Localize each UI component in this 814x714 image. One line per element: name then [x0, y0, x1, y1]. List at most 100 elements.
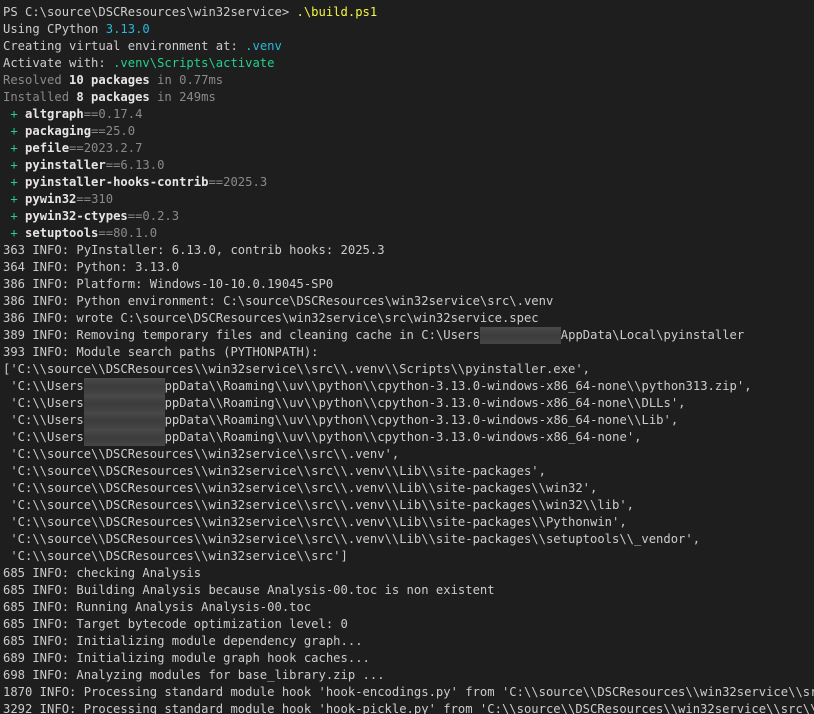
- line-segment: 3.13.0: [105, 22, 150, 36]
- line-segment: ==6.13.0: [105, 158, 165, 172]
- line-segment: pyinstaller-hooks-contrib: [25, 175, 209, 189]
- line-segment: in 249ms: [149, 90, 216, 104]
- line-segment: 3292 INFO: Processing standard module ho…: [3, 702, 814, 714]
- line-segment: 386 INFO: Python environment: C:\source\…: [3, 294, 554, 308]
- line-segment: pywin32-ctypes: [25, 209, 128, 223]
- line-segment: +: [3, 141, 26, 155]
- line-segment: .venv: [245, 39, 282, 53]
- line-segment: 'C:\\Users: [3, 379, 84, 393]
- line-segment: 'C:\\Users: [3, 430, 84, 444]
- line-segment: 698 INFO: Analyzing modules for base_lib…: [3, 668, 385, 682]
- line-segment: 386 INFO: Platform: Windows-10-10.0.1904…: [3, 277, 334, 291]
- line-segment: ppData\\Roaming\\uv\\python\\cpython-3.1…: [164, 379, 752, 393]
- line-segment: Resolved: [3, 73, 70, 87]
- line-segment: 'C:\\source\\DSCResources\\win32service\…: [3, 464, 546, 478]
- terminal-line: 685 INFO: checking Analysis: [3, 565, 814, 582]
- line-segment: ==2025.3: [208, 175, 268, 189]
- line-segment: +: [3, 158, 26, 172]
- terminal-line: 685 INFO: Building Analysis because Anal…: [3, 582, 814, 599]
- terminal-line: 386 INFO: Platform: Windows-10-10.0.1904…: [3, 276, 814, 293]
- terminal-line: + pyinstaller-hooks-contrib==2025.3: [3, 174, 814, 191]
- line-segment: ==25.0: [91, 124, 136, 138]
- terminal-line: 363 INFO: PyInstaller: 6.13.0, contrib h…: [3, 242, 814, 259]
- line-segment: 'C:\\Users: [3, 413, 84, 427]
- redacted-block: [83, 429, 165, 446]
- line-segment: 'C:\\source\\DSCResources\\win32service\…: [3, 549, 348, 563]
- line-segment: ==80.1.0: [98, 226, 158, 240]
- line-segment: Using CPython: [3, 22, 106, 36]
- terminal-line: 386 INFO: Python environment: C:\source\…: [3, 293, 814, 310]
- line-segment: +: [3, 192, 26, 206]
- terminal-line: PS C:\source\DSCResources\win32service> …: [3, 4, 814, 21]
- line-segment: packaging: [25, 124, 92, 138]
- line-segment: ppData\\Roaming\\uv\\python\\cpython-3.1…: [164, 396, 686, 410]
- terminal-line: 386 INFO: wrote C:\source\DSCResources\w…: [3, 310, 814, 327]
- line-segment: ppData\\Roaming\\uv\\python\\cpython-3.1…: [164, 430, 642, 444]
- terminal-line: 'C:\\Users ppData\\Roaming\\uv\\python\\c…: [3, 412, 814, 429]
- line-segment: 'C:\\Users: [3, 396, 84, 410]
- terminal-line: 'C:\\Users ppData\\Roaming\\uv\\python\\c…: [3, 429, 814, 446]
- terminal-line: 'C:\\source\\DSCResources\\win32service\…: [3, 480, 814, 497]
- terminal-line: 'C:\\Users ppData\\Roaming\\uv\\python\\c…: [3, 395, 814, 412]
- terminal-output[interactable]: PS C:\source\DSCResources\win32service> …: [0, 0, 814, 714]
- line-segment: pefile: [25, 141, 70, 155]
- terminal-line: 685 INFO: Running Analysis Analysis-00.t…: [3, 599, 814, 616]
- terminal-line: 'C:\\Users ppData\\Roaming\\uv\\python\\c…: [3, 378, 814, 395]
- line-segment: +: [3, 175, 26, 189]
- line-segment: 'C:\\source\\DSCResources\\win32service\…: [3, 481, 598, 495]
- line-segment: ppData\\Roaming\\uv\\python\\cpython-3.1…: [164, 413, 679, 427]
- line-segment: 'C:\\source\\DSCResources\\win32service\…: [3, 515, 627, 529]
- line-segment: in 0.77ms: [149, 73, 224, 87]
- line-segment: 10 packages: [69, 73, 150, 87]
- line-segment: ==0.2.3: [127, 209, 180, 223]
- line-segment: 685 INFO: Initializing module dependency…: [3, 634, 363, 648]
- line-segment: 685 INFO: Running Analysis Analysis-00.t…: [3, 600, 312, 614]
- line-segment: setuptools: [25, 226, 99, 240]
- terminal-line: 389 INFO: Removing temporary files and c…: [3, 327, 814, 344]
- terminal-line: 698 INFO: Analyzing modules for base_lib…: [3, 667, 814, 684]
- line-segment: 364 INFO: Python: 3.13.0: [3, 260, 180, 274]
- redacted-block: [83, 378, 165, 395]
- line-segment: 685 INFO: checking Analysis: [3, 566, 202, 580]
- line-segment: 685 INFO: Building Analysis because Anal…: [3, 583, 495, 597]
- terminal-line: 'C:\\source\\DSCResources\\win32service\…: [3, 446, 814, 463]
- terminal-line: Installed 8 packages in 249ms: [3, 89, 814, 106]
- redacted-block: [479, 327, 561, 344]
- line-segment: 'C:\\source\\DSCResources\\win32service\…: [3, 498, 635, 512]
- line-segment: 685 INFO: Target bytecode optimization l…: [3, 617, 348, 631]
- terminal-line: + altgraph==0.17.4: [3, 106, 814, 123]
- line-segment: Installed: [3, 90, 77, 104]
- line-segment: +: [3, 124, 26, 138]
- terminal-line: 685 INFO: Initializing module dependency…: [3, 633, 814, 650]
- redacted-block: [83, 395, 165, 412]
- terminal-line: + packaging==25.0: [3, 123, 814, 140]
- terminal-line: + setuptools==80.1.0: [3, 225, 814, 242]
- terminal-line: 'C:\\source\\DSCResources\\win32service\…: [3, 514, 814, 531]
- line-segment: ==0.17.4: [83, 107, 143, 121]
- line-segment: 363 INFO: PyInstaller: 6.13.0, contrib h…: [3, 243, 385, 257]
- line-segment: +: [3, 209, 26, 223]
- line-segment: 8 packages: [76, 90, 150, 104]
- line-segment: ==2023.2.7: [69, 141, 143, 155]
- line-segment: 389 INFO: Removing temporary files and c…: [3, 328, 480, 342]
- line-segment: pyinstaller: [25, 158, 106, 172]
- line-segment: altgraph: [25, 107, 84, 121]
- terminal-line: Resolved 10 packages in 0.77ms: [3, 72, 814, 89]
- line-segment: 393 INFO: Module search paths (PYTHONPAT…: [3, 345, 319, 359]
- terminal-line: 'C:\\source\\DSCResources\\win32service\…: [3, 497, 814, 514]
- line-segment: .venv\Scripts\activate: [113, 56, 275, 70]
- redacted-block: [83, 412, 165, 429]
- line-segment: Activate with:: [3, 56, 114, 70]
- terminal-line: + pefile==2023.2.7: [3, 140, 814, 157]
- terminal-line: 393 INFO: Module search paths (PYTHONPAT…: [3, 344, 814, 361]
- line-segment: AppData\Local\pyinstaller: [560, 328, 745, 342]
- terminal-line: Creating virtual environment at: .venv: [3, 38, 814, 55]
- line-segment: 689 INFO: Initializing module graph hook…: [3, 651, 370, 665]
- terminal-line: 'C:\\source\\DSCResources\\win32service\…: [3, 531, 814, 548]
- line-segment: PS C:\source\DSCResources\win32service>: [3, 5, 297, 19]
- terminal-line: Activate with: .venv\Scripts\activate: [3, 55, 814, 72]
- line-segment: 'C:\\source\\DSCResources\\win32service\…: [3, 447, 400, 461]
- line-segment: .\build.ps1: [296, 5, 378, 19]
- terminal-line: 1870 INFO: Processing standard module ho…: [3, 684, 814, 701]
- terminal-line: ['C:\\source\\DSCResources\\win32service…: [3, 361, 814, 378]
